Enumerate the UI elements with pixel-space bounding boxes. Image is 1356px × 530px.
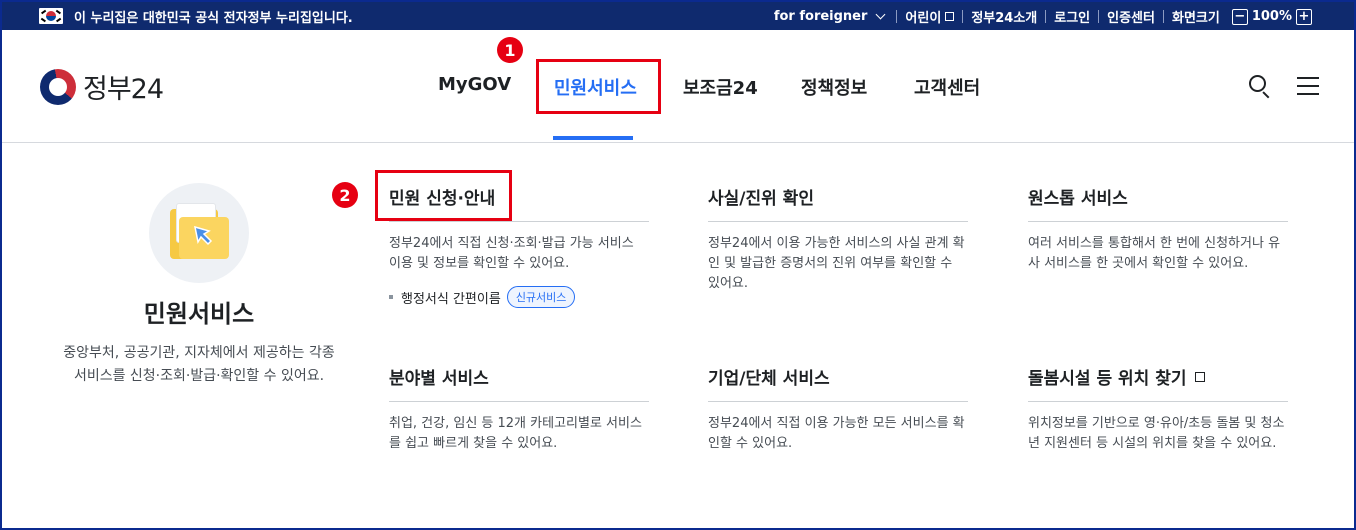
one-stop-desc: 여러 서비스를 통합해서 한 번에 신청하거나 유사 서비스를 한 곳에서 확인… (1028, 236, 1281, 271)
fact-check-desc: 정부24에서 이용 가능한 서비스의 사실 관계 확인 및 발급한 증명서의 진… (708, 236, 965, 291)
hamburger-menu-icon[interactable] (1297, 77, 1319, 96)
folder-illustration-icon (149, 183, 249, 283)
business-service-link[interactable]: 기업/단체 서비스 (708, 364, 968, 402)
nav-customer-center[interactable]: 고객센터 (914, 74, 980, 100)
menu-group-by-field: 분야별 서비스 취업, 건강, 임신 등 12개 카테고리별로 서비스를 쉽고 … (389, 364, 649, 454)
new-service-badge: 신규서비스 (506, 286, 576, 308)
for-foreigner-dropdown[interactable]: for foreigner (774, 9, 889, 24)
highlight-box-2 (375, 170, 512, 221)
government-notice-bar: 이 누리집은 대한민국 공식 전자정부 누리집입니다. for foreigne… (2, 2, 1354, 30)
business-service-desc: 정부24에서 직접 이용 가능한 모든 서비스를 확인할 수 있어요. (708, 416, 965, 451)
logo-text: 정부24 (83, 74, 164, 105)
menu-group-one-stop: 원스톱 서비스 여러 서비스를 통합해서 한 번에 신청하거나 유사 서비스를 … (1028, 184, 1288, 274)
nav-mygov[interactable]: MyGOV (438, 74, 511, 95)
step-badge-2: 2 (332, 182, 358, 208)
by-field-desc: 취업, 건강, 임신 등 12개 카테고리별로 서비스를 쉽고 빠르게 찾을 수… (389, 416, 642, 451)
one-stop-link[interactable]: 원스톱 서비스 (1028, 184, 1288, 222)
step-badge-1: 1 (497, 37, 523, 63)
nav-policy-info[interactable]: 정책정보 (801, 74, 867, 100)
section-description: 중앙부처, 공공기관, 지자체에서 제공하는 각종 서비스를 신청·조회·발급·… (63, 345, 335, 384)
site-header: 정부24 MyGOV 민원서비스 보조금24 정책정보 고객센터 1 (2, 30, 1354, 143)
external-link-icon (945, 12, 955, 21)
active-tab-indicator (553, 136, 633, 140)
kids-link[interactable]: 어린이 (905, 7, 955, 26)
korean-flag-icon (39, 8, 63, 24)
zoom-in-button[interactable]: + (1296, 8, 1312, 25)
government-emblem-icon (40, 68, 76, 105)
admin-form-easy-naming-link[interactable]: 행정서식 간편이름 신규서비스 (389, 286, 649, 308)
about-link[interactable]: 정부24소개 (971, 7, 1037, 26)
care-location-link[interactable]: 돌봄시설 등 위치 찾기 (1028, 364, 1288, 402)
gov24-logo[interactable]: 정부24 (40, 67, 164, 106)
section-title: 민원서비스 (143, 300, 255, 328)
menu-group-business: 기업/단체 서비스 정부24에서 직접 이용 가능한 모든 서비스를 확인할 수… (708, 364, 968, 454)
chevron-down-icon (875, 9, 886, 20)
zoom-out-button[interactable]: − (1231, 8, 1248, 25)
care-location-desc: 위치정보를 기반으로 영·유아/초등 돌봄 및 청소년 지원센터 등 시설의 위… (1028, 416, 1285, 451)
search-icon[interactable] (1249, 75, 1271, 99)
cert-center-link[interactable]: 인증센터 (1107, 7, 1155, 26)
civil-service-mega-menu: 민원서비스 중앙부처, 공공기관, 지자체에서 제공하는 각종 서비스를 신청·… (2, 144, 1354, 528)
zoom-label: 화면크기 (1171, 11, 1220, 26)
menu-group-care-location: 돌봄시설 등 위치 찾기 위치정보를 기반으로 영·유아/초등 돌봄 및 청소년… (1028, 364, 1288, 454)
bullet-icon (389, 295, 393, 299)
login-link[interactable]: 로그인 (1054, 7, 1090, 26)
menu-group-fact-check: 사실/진위 확인 정부24에서 이용 가능한 서비스의 사실 관계 확인 및 발… (708, 184, 968, 294)
utility-menu: for foreigner 어린이 정부24소개 로그인 인증센터 화면크기 −… (774, 7, 1316, 26)
by-field-link[interactable]: 분야별 서비스 (389, 364, 649, 402)
highlight-box-1 (536, 59, 661, 114)
official-notice-text: 이 누리집은 대한민국 공식 전자정부 누리집입니다. (74, 11, 353, 26)
external-link-icon (1194, 371, 1205, 382)
nav-subsidy24[interactable]: 보조금24 (683, 74, 758, 100)
zoom-value: 100% (1251, 9, 1292, 24)
civil-application-desc: 정부24에서 직접 신청·조회·발급 가능 서비스 이용 및 정보를 확인할 수… (389, 236, 634, 271)
fact-check-link[interactable]: 사실/진위 확인 (708, 184, 968, 222)
